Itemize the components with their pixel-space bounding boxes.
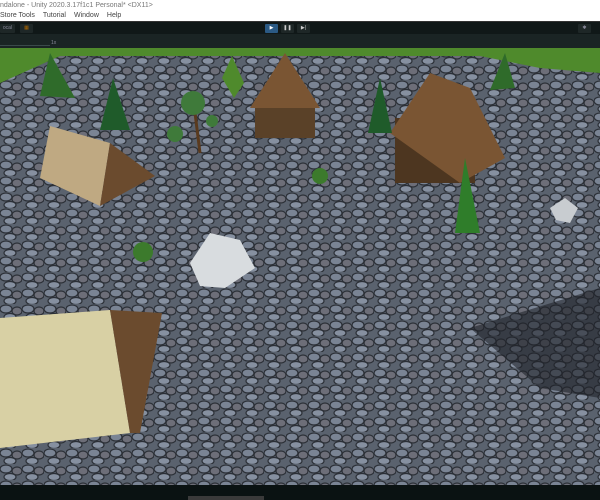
menu-bar: Store Tools Tutorial Window Help — [0, 12, 600, 21]
play-button[interactable]: ▶ — [265, 24, 278, 33]
window-title: ndalone - Unity 2020.3.17f1c1 Personal* … — [0, 2, 153, 9]
settings-button[interactable]: ✱ — [578, 24, 591, 33]
play-icon: ▶ — [269, 25, 274, 31]
grid-snap-button[interactable]: ▦ — [20, 24, 33, 33]
scale-slider[interactable] — [0, 45, 50, 46]
bottom-bar — [0, 485, 600, 500]
step-button[interactable]: ▶| — [297, 24, 310, 33]
gear-icon: ✱ — [582, 25, 587, 31]
menu-tutorial[interactable]: Tutorial — [43, 12, 66, 21]
window-title-bar: ndalone - Unity 2020.3.17f1c1 Personal* … — [0, 0, 600, 12]
hut-front — [0, 310, 162, 448]
bush — [133, 242, 153, 262]
game-viewport[interactable] — [0, 48, 600, 485]
game-view-bar: 1x — [0, 34, 600, 48]
pivot-local-button[interactable]: ocal — [0, 24, 15, 33]
pause-button[interactable]: ❚❚ — [281, 24, 294, 33]
pause-icon: ❚❚ — [283, 25, 292, 31]
scene-render — [0, 48, 600, 485]
bush — [312, 168, 328, 184]
menu-window[interactable]: Window — [74, 12, 99, 21]
menu-help[interactable]: Help — [107, 12, 121, 21]
scale-label: 1x — [51, 40, 57, 46]
step-icon: ▶| — [300, 25, 307, 31]
menu-store-tools[interactable]: Store Tools — [0, 12, 35, 21]
scrollbar-thumb[interactable] — [188, 496, 264, 500]
toolbar: ocal ▦ ▶ ❚❚ ▶| ✱ — [0, 21, 600, 34]
